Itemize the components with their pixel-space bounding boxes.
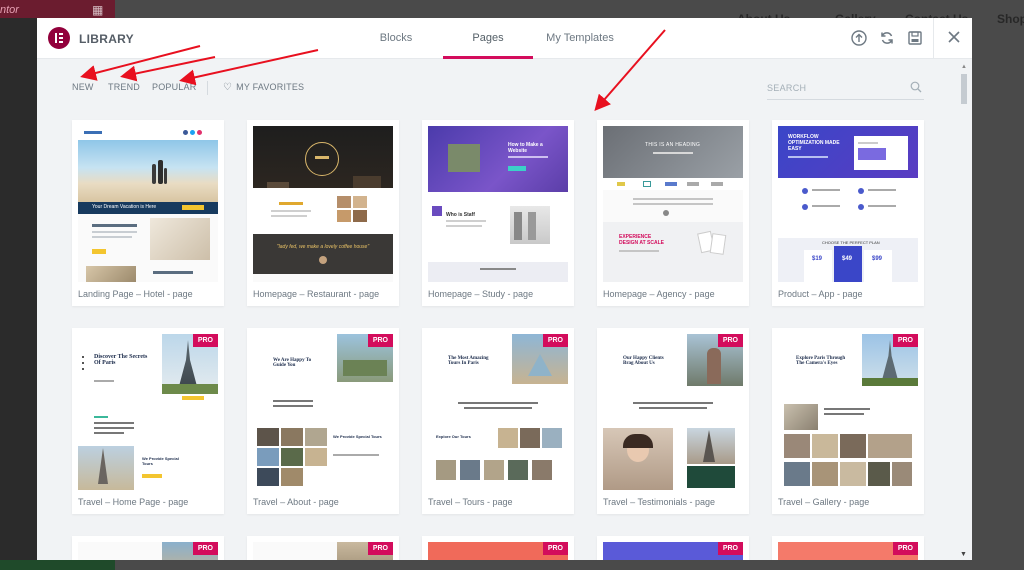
library-header: LIBRARY Blocks Pages My Templates (37, 18, 972, 59)
template-thumbnail: Our Happy Clients Brag About Us (603, 334, 743, 490)
close-icon[interactable] (945, 30, 963, 48)
template-title: Travel – Tours - page (428, 497, 513, 507)
tab-pages[interactable]: Pages (443, 18, 533, 59)
filter-trend[interactable]: TREND (108, 82, 140, 92)
editor-logo: ntor (0, 4, 19, 16)
template-card[interactable]: "lady fed, we make a lovely coffee house… (247, 120, 399, 306)
filter-new[interactable]: NEW (72, 82, 94, 92)
template-title: Landing Page – Hotel - page (78, 289, 193, 299)
pro-badge: PRO (717, 542, 743, 555)
hotel-tagline: Your Dream Vacation is Here (92, 204, 157, 210)
gallery-heading: Explore Paris Through The Camera's Eyes (796, 356, 846, 366)
favorites-label: MY FAVORITES (236, 82, 305, 92)
template-title: Product – App - page (778, 289, 863, 299)
template-library-modal: LIBRARY Blocks Pages My Templates NEW TR… (37, 18, 972, 560)
app-plan-heading: CHOOSE THE PERFECT PLAN (822, 240, 880, 245)
scrollbar[interactable]: ▲ ▼ (959, 64, 969, 560)
search-box (767, 78, 924, 100)
scrollbar-thumb[interactable] (961, 74, 967, 104)
tours-heading: The Most Amazing Tours In Paris (448, 356, 489, 366)
agency-heading: THIS IS AN HEADING (645, 142, 701, 148)
pro-badge: PRO (892, 542, 918, 555)
pro-badge: PRO (542, 542, 568, 555)
template-card[interactable]: How to Make a Website Who is Staff Homep… (422, 120, 574, 306)
template-thumbnail: Explore Paris Through The Camera's Eyes (778, 334, 918, 490)
pro-badge: PRO (367, 542, 393, 555)
template-title: Travel – Testimonials - page (603, 497, 716, 507)
tab-my-templates[interactable]: My Templates (540, 18, 620, 59)
import-template-icon[interactable] (850, 30, 868, 48)
template-card[interactable]: WORKFLOW OPTIMIZATION MADE EASY CHOOSE T… (772, 120, 924, 306)
search-icon[interactable] (910, 81, 922, 93)
pro-badge: PRO (542, 334, 568, 347)
template-card[interactable]: Explore Paris Through The Camera's Eyes … (772, 328, 924, 514)
template-thumbnail: We Are Happy To Guide You We Provide Spe… (253, 334, 393, 490)
template-card[interactable]: We Are Happy To Guide You We Provide Spe… (247, 328, 399, 514)
template-title: Homepage – Restaurant - page (253, 289, 380, 299)
template-card[interactable]: PRO (422, 536, 574, 560)
pro-badge: PRO (717, 334, 743, 347)
template-title: Travel – Gallery - page (778, 497, 870, 507)
scroll-down-arrow-icon[interactable]: ▼ (960, 551, 967, 558)
nav-shop: Shop (997, 12, 1024, 26)
template-card[interactable]: PRO (772, 536, 924, 560)
app-price-3: $99 (872, 256, 883, 262)
heart-icon: ♡ (223, 82, 233, 93)
template-card[interactable]: PRO (247, 536, 399, 560)
template-title: Homepage – Agency - page (603, 289, 715, 299)
search-input[interactable] (767, 78, 902, 98)
agency-experience: EXPERIENCE DESIGN AT SCALE (619, 234, 665, 246)
template-thumbnail: "lady fed, we make a lovely coffee house… (253, 126, 393, 282)
template-thumbnail: THIS IS AN HEADING EXPERIENCE DESIGN AT … (603, 126, 743, 282)
template-title: Travel – Home Page - page (78, 497, 189, 507)
template-thumbnail: How to Make a Website Who is Staff (428, 126, 568, 282)
header-divider (933, 18, 934, 59)
about-heading: We Are Happy To Guide You (273, 358, 312, 368)
app-price-1: $19 (812, 256, 823, 262)
template-card[interactable]: The Most Amazing Tours In Paris Explore … (422, 328, 574, 514)
template-title: Travel – About - page (253, 497, 339, 507)
template-card[interactable]: Discover The Secrets Of Paris We Provide… (72, 328, 224, 514)
template-thumbnail: The Most Amazing Tours In Paris Explore … (428, 334, 568, 490)
app-price-2: $49 (842, 256, 853, 262)
pro-badge: PRO (892, 334, 918, 347)
pro-badge: PRO (192, 542, 218, 555)
filter-popular[interactable]: POPULAR (152, 82, 196, 92)
filter-divider (207, 81, 208, 95)
testimonials-heading: Our Happy Clients Brag About Us (623, 356, 664, 366)
template-thumbnail: Your Dream Vacation is Here (78, 126, 218, 282)
app-heading: WORKFLOW OPTIMIZATION MADE EASY (788, 134, 840, 152)
editor-footer (0, 560, 115, 570)
template-card[interactable]: THIS IS AN HEADING EXPERIENCE DESIGN AT … (597, 120, 749, 306)
template-thumbnail: Discover The Secrets Of Paris We Provide… (78, 334, 218, 490)
study-heading: How to Make a Website (508, 142, 543, 154)
library-title: LIBRARY (79, 32, 134, 46)
template-card[interactable]: Our Happy Clients Brag About Us PRO Trav… (597, 328, 749, 514)
filter-my-favorites[interactable]: ♡ MY FAVORITES (223, 82, 304, 93)
template-card[interactable]: PRO (597, 536, 749, 560)
pro-badge: PRO (367, 334, 393, 347)
study-who-heading: Who is Staff (446, 212, 475, 218)
template-card[interactable]: PRO (72, 536, 224, 560)
save-template-icon[interactable] (906, 30, 924, 48)
elementor-logo-icon (48, 27, 70, 49)
paris-heading: Discover The Secrets Of Paris (94, 354, 148, 366)
pro-badge: PRO (192, 334, 218, 347)
template-card[interactable]: Your Dream Vacation is Here Landing Page… (72, 120, 224, 306)
restaurant-quote: "lady fed, we make a lovely coffee house… (276, 244, 370, 250)
scroll-up-arrow-icon[interactable]: ▲ (961, 64, 967, 70)
grid-menu-icon: ▦ (92, 3, 104, 17)
template-thumbnail: WORKFLOW OPTIMIZATION MADE EASY CHOOSE T… (778, 126, 918, 282)
tab-blocks[interactable]: Blocks (367, 18, 425, 59)
template-title: Homepage – Study - page (428, 289, 534, 299)
sync-library-icon[interactable] (878, 30, 896, 48)
